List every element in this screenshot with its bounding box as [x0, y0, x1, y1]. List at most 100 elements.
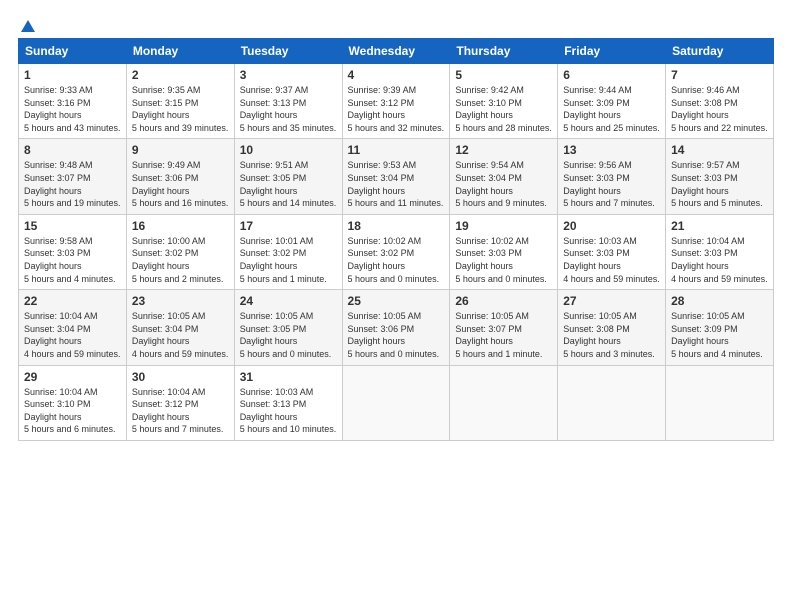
day-number: 28 — [671, 294, 768, 308]
day-number: 6 — [563, 68, 660, 82]
day-number: 26 — [455, 294, 552, 308]
sunrise-label: Sunrise: 10:05 AM — [348, 311, 422, 321]
logo — [18, 18, 38, 32]
empty-cell — [450, 365, 558, 440]
day-number: 27 — [563, 294, 660, 308]
sunset-label: Sunset: 3:03 PM — [24, 248, 91, 258]
day-number: 3 — [240, 68, 337, 82]
sunset-label: Sunset: 3:08 PM — [563, 324, 630, 334]
calendar-day-26: 26 Sunrise: 10:05 AM Sunset: 3:07 PM Day… — [450, 290, 558, 365]
daylight-label: Daylight hours — [132, 186, 190, 196]
daylight-value: 4 hours and 59 minutes. — [563, 274, 660, 284]
calendar-day-4: 4 Sunrise: 9:39 AM Sunset: 3:12 PM Dayli… — [342, 64, 450, 139]
day-number: 10 — [240, 143, 337, 157]
sunset-label: Sunset: 3:07 PM — [455, 324, 522, 334]
day-info: Sunrise: 9:56 AM Sunset: 3:03 PM Dayligh… — [563, 159, 660, 209]
daylight-label: Daylight hours — [671, 110, 729, 120]
sunrise-label: Sunrise: 10:04 AM — [24, 387, 98, 397]
weekday-header-thursday: Thursday — [450, 39, 558, 64]
sunrise-label: Sunrise: 10:01 AM — [240, 236, 314, 246]
day-info: Sunrise: 9:53 AM Sunset: 3:04 PM Dayligh… — [348, 159, 445, 209]
daylight-value: 5 hours and 25 minutes. — [563, 123, 660, 133]
sunset-label: Sunset: 3:10 PM — [24, 399, 91, 409]
day-number: 19 — [455, 219, 552, 233]
weekday-header-tuesday: Tuesday — [234, 39, 342, 64]
sunrise-label: Sunrise: 9:37 AM — [240, 85, 309, 95]
daylight-label: Daylight hours — [563, 336, 621, 346]
day-info: Sunrise: 9:58 AM Sunset: 3:03 PM Dayligh… — [24, 235, 121, 285]
sunset-label: Sunset: 3:03 PM — [563, 173, 630, 183]
sunrise-label: Sunrise: 9:42 AM — [455, 85, 524, 95]
calendar-week-1: 1 Sunrise: 9:33 AM Sunset: 3:16 PM Dayli… — [19, 64, 774, 139]
daylight-value: 5 hours and 4 minutes. — [24, 274, 116, 284]
sunrise-label: Sunrise: 9:51 AM — [240, 160, 309, 170]
daylight-label: Daylight hours — [455, 261, 513, 271]
sunrise-label: Sunrise: 10:00 AM — [132, 236, 206, 246]
day-info: Sunrise: 10:02 AM Sunset: 3:03 PM Daylig… — [455, 235, 552, 285]
calendar-day-28: 28 Sunrise: 10:05 AM Sunset: 3:09 PM Day… — [666, 290, 774, 365]
sunrise-label: Sunrise: 9:58 AM — [24, 236, 93, 246]
daylight-value: 5 hours and 22 minutes. — [671, 123, 768, 133]
weekday-header-monday: Monday — [126, 39, 234, 64]
day-info: Sunrise: 9:42 AM Sunset: 3:10 PM Dayligh… — [455, 84, 552, 134]
calendar-day-29: 29 Sunrise: 10:04 AM Sunset: 3:10 PM Day… — [19, 365, 127, 440]
day-info: Sunrise: 9:44 AM Sunset: 3:09 PM Dayligh… — [563, 84, 660, 134]
daylight-value: 5 hours and 6 minutes. — [24, 424, 116, 434]
calendar-day-9: 9 Sunrise: 9:49 AM Sunset: 3:06 PM Dayli… — [126, 139, 234, 214]
day-number: 15 — [24, 219, 121, 233]
daylight-label: Daylight hours — [455, 110, 513, 120]
daylight-label: Daylight hours — [24, 186, 82, 196]
day-info: Sunrise: 10:02 AM Sunset: 3:02 PM Daylig… — [348, 235, 445, 285]
day-info: Sunrise: 9:57 AM Sunset: 3:03 PM Dayligh… — [671, 159, 768, 209]
page: SundayMondayTuesdayWednesdayThursdayFrid… — [0, 0, 792, 612]
daylight-label: Daylight hours — [132, 261, 190, 271]
sunrise-label: Sunrise: 9:46 AM — [671, 85, 740, 95]
calendar-week-4: 22 Sunrise: 10:04 AM Sunset: 3:04 PM Day… — [19, 290, 774, 365]
sunset-label: Sunset: 3:09 PM — [671, 324, 738, 334]
empty-cell — [666, 365, 774, 440]
sunrise-label: Sunrise: 10:02 AM — [348, 236, 422, 246]
sunrise-label: Sunrise: 10:02 AM — [455, 236, 529, 246]
calendar-day-23: 23 Sunrise: 10:05 AM Sunset: 3:04 PM Day… — [126, 290, 234, 365]
daylight-label: Daylight hours — [455, 336, 513, 346]
calendar-day-18: 18 Sunrise: 10:02 AM Sunset: 3:02 PM Day… — [342, 214, 450, 289]
day-number: 2 — [132, 68, 229, 82]
day-info: Sunrise: 10:05 AM Sunset: 3:05 PM Daylig… — [240, 310, 337, 360]
day-info: Sunrise: 10:05 AM Sunset: 3:07 PM Daylig… — [455, 310, 552, 360]
sunrise-label: Sunrise: 10:05 AM — [563, 311, 637, 321]
sunset-label: Sunset: 3:03 PM — [455, 248, 522, 258]
calendar-day-7: 7 Sunrise: 9:46 AM Sunset: 3:08 PM Dayli… — [666, 64, 774, 139]
day-number: 29 — [24, 370, 121, 384]
day-info: Sunrise: 9:33 AM Sunset: 3:16 PM Dayligh… — [24, 84, 121, 134]
day-info: Sunrise: 10:05 AM Sunset: 3:09 PM Daylig… — [671, 310, 768, 360]
day-info: Sunrise: 10:01 AM Sunset: 3:02 PM Daylig… — [240, 235, 337, 285]
weekday-header-row: SundayMondayTuesdayWednesdayThursdayFrid… — [19, 39, 774, 64]
sunset-label: Sunset: 3:16 PM — [24, 98, 91, 108]
calendar-day-27: 27 Sunrise: 10:05 AM Sunset: 3:08 PM Day… — [558, 290, 666, 365]
sunrise-label: Sunrise: 10:04 AM — [24, 311, 98, 321]
daylight-value: 5 hours and 32 minutes. — [348, 123, 445, 133]
sunset-label: Sunset: 3:12 PM — [348, 98, 415, 108]
sunrise-label: Sunrise: 10:03 AM — [563, 236, 637, 246]
daylight-value: 5 hours and 9 minutes. — [455, 198, 547, 208]
daylight-label: Daylight hours — [24, 261, 82, 271]
calendar-day-17: 17 Sunrise: 10:01 AM Sunset: 3:02 PM Day… — [234, 214, 342, 289]
sunrise-label: Sunrise: 10:04 AM — [132, 387, 206, 397]
daylight-label: Daylight hours — [24, 336, 82, 346]
weekday-header-sunday: Sunday — [19, 39, 127, 64]
daylight-label: Daylight hours — [132, 336, 190, 346]
calendar-day-14: 14 Sunrise: 9:57 AM Sunset: 3:03 PM Dayl… — [666, 139, 774, 214]
sunset-label: Sunset: 3:04 PM — [24, 324, 91, 334]
sunset-label: Sunset: 3:06 PM — [132, 173, 199, 183]
calendar-day-3: 3 Sunrise: 9:37 AM Sunset: 3:13 PM Dayli… — [234, 64, 342, 139]
daylight-value: 5 hours and 39 minutes. — [132, 123, 229, 133]
calendar-day-13: 13 Sunrise: 9:56 AM Sunset: 3:03 PM Dayl… — [558, 139, 666, 214]
calendar-week-3: 15 Sunrise: 9:58 AM Sunset: 3:03 PM Dayl… — [19, 214, 774, 289]
day-number: 24 — [240, 294, 337, 308]
day-info: Sunrise: 10:04 AM Sunset: 3:03 PM Daylig… — [671, 235, 768, 285]
day-number: 4 — [348, 68, 445, 82]
calendar-day-2: 2 Sunrise: 9:35 AM Sunset: 3:15 PM Dayli… — [126, 64, 234, 139]
calendar-day-8: 8 Sunrise: 9:48 AM Sunset: 3:07 PM Dayli… — [19, 139, 127, 214]
sunrise-label: Sunrise: 9:48 AM — [24, 160, 93, 170]
day-info: Sunrise: 9:39 AM Sunset: 3:12 PM Dayligh… — [348, 84, 445, 134]
